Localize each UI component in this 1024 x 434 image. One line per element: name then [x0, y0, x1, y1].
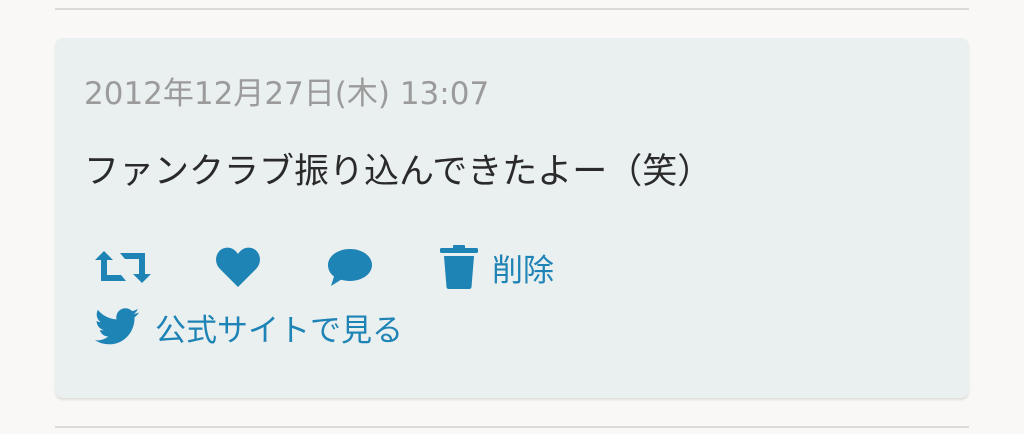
delete-label: 削除	[492, 252, 554, 289]
reply-button[interactable]	[327, 244, 373, 290]
twitter-bird-icon	[95, 308, 139, 345]
official-site-label: 公式サイトで見る	[155, 312, 403, 349]
like-button[interactable]	[215, 244, 261, 290]
trash-icon	[440, 245, 478, 289]
post-actions: 削除	[95, 244, 655, 290]
bottom-divider	[55, 426, 969, 428]
view-official-site-link[interactable]: 公式サイトで見る	[95, 304, 403, 350]
post-card: 2012年12月27日(木) 13:07 ファンクラブ振り込んできたよー（笑）	[55, 38, 969, 398]
retweet-icon	[95, 251, 151, 283]
post-timestamp: 2012年12月27日(木) 13:07	[84, 76, 490, 112]
post-text: ファンクラブ振り込んできたよー（笑）	[84, 152, 713, 192]
retweet-button[interactable]	[95, 244, 151, 290]
delete-button[interactable]: 削除	[440, 244, 554, 290]
heart-icon	[216, 247, 260, 287]
speech-bubble-icon	[328, 249, 372, 286]
top-divider	[55, 8, 969, 10]
